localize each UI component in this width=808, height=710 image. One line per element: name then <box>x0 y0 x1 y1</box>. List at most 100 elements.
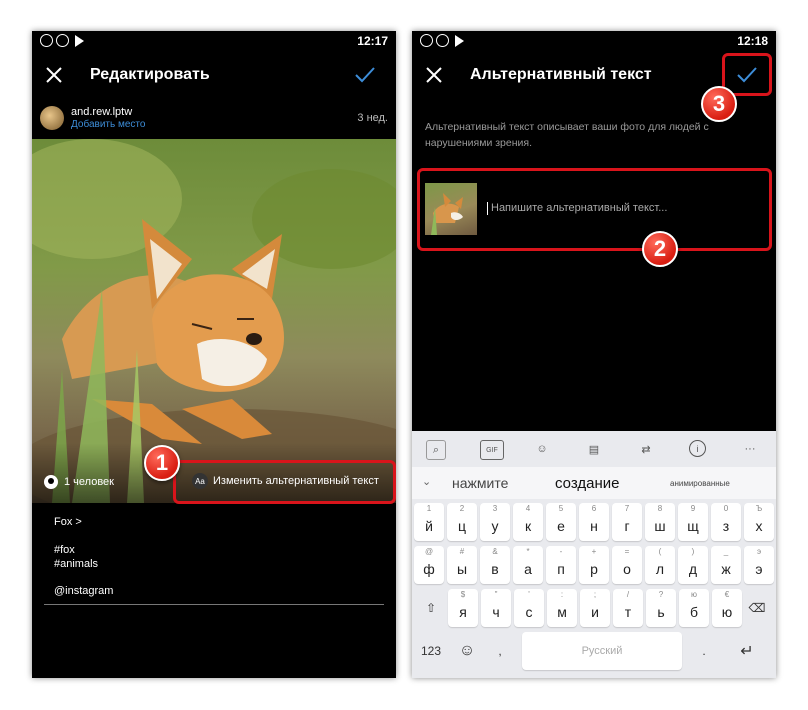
key-label: н <box>590 518 598 534</box>
key-label: щ <box>687 518 699 534</box>
close-icon[interactable] <box>44 65 64 85</box>
key-label: х <box>755 518 763 534</box>
caption-line: #animals <box>54 558 99 570</box>
play-store-icon <box>455 35 464 47</box>
step-badge-2: 2 <box>642 231 678 267</box>
caption-text[interactable]: Fox > #fox #animals @instagram <box>54 515 113 598</box>
key-hint: ' <box>528 590 530 599</box>
key-row: ⇧ ⌫ $ я " ч ' с: м; и / т? ь ю б € ю <box>412 589 776 629</box>
key-т[interactable]: / т <box>613 589 643 627</box>
key-м[interactable]: :м <box>547 589 577 627</box>
avatar[interactable] <box>40 106 64 130</box>
key-ч[interactable]: " ч <box>481 589 511 627</box>
key-label: р <box>590 561 598 577</box>
key-с[interactable]: ' с <box>514 589 544 627</box>
sticker-icon[interactable]: ☺ <box>533 440 551 458</box>
key-hint: + <box>591 547 597 556</box>
status-bar: 12:17 <box>32 31 396 51</box>
key-щ[interactable]: 9щ <box>678 503 708 541</box>
key-у[interactable]: 3у <box>480 503 510 541</box>
tag-people-button[interactable]: 1 человек <box>44 475 114 489</box>
key-label: у <box>491 518 499 534</box>
key-label: и <box>591 604 599 620</box>
key-hint: * <box>526 547 530 556</box>
add-location-link[interactable]: Добавить место <box>71 119 145 130</box>
key-label: д <box>688 561 698 577</box>
key-label: ю <box>721 604 733 620</box>
key-ь[interactable]: ? ь <box>646 589 676 627</box>
whatsapp-icon <box>40 34 53 47</box>
numbers-key[interactable]: 123 <box>416 632 446 670</box>
key-я[interactable]: $ я <box>448 589 478 627</box>
key-х[interactable]: Ъх <box>744 503 774 541</box>
key-hint: $ <box>460 590 466 599</box>
period-key[interactable]: . <box>694 632 714 670</box>
key-hint: ю <box>691 590 697 599</box>
key-hint: @ <box>424 547 434 556</box>
key-ю[interactable]: € ю <box>712 589 742 627</box>
key-hint: Ъ <box>755 504 763 513</box>
key-д[interactable]: ) д <box>678 546 708 584</box>
key-hint: 7 <box>624 504 630 513</box>
key-hint: ? <box>658 590 664 599</box>
key-label: з <box>722 518 730 534</box>
key-о[interactable]: = о <box>612 546 642 584</box>
clipboard-icon[interactable]: ▤ <box>585 440 603 458</box>
key-hint: _ <box>723 547 729 556</box>
username[interactable]: and.rew.lptw <box>71 106 132 118</box>
search-icon[interactable]: ⌕ <box>426 440 446 460</box>
keyboard-toolbar: ⌕ GIF ☺ ▤ ⇄ i ··· <box>412 431 776 467</box>
key-п[interactable]: -п <box>546 546 576 584</box>
shift-key[interactable]: ⇧ <box>416 589 446 627</box>
more-icon[interactable]: ··· <box>741 440 759 458</box>
space-key[interactable]: Русский <box>522 632 682 670</box>
key-label: к <box>524 518 532 534</box>
close-icon[interactable] <box>424 65 444 85</box>
key-label: й <box>425 518 433 534</box>
key-й[interactable]: 1й <box>414 503 444 541</box>
emoji-icon[interactable]: ☺ <box>452 632 482 670</box>
suggestion[interactable]: создание <box>555 475 620 492</box>
key-ж[interactable]: _ ж <box>711 546 741 584</box>
key-hint: 5 <box>558 504 564 513</box>
key-г[interactable]: 7г <box>612 503 642 541</box>
key-в[interactable]: & в <box>480 546 510 584</box>
backspace-key[interactable]: ⌫ <box>742 589 772 627</box>
status-icons <box>420 34 464 47</box>
key-и[interactable]: ; и <box>580 589 610 627</box>
collapse-icon[interactable]: ⌄ <box>422 475 431 488</box>
key-б[interactable]: юб <box>679 589 709 627</box>
key-е[interactable]: 5е <box>546 503 576 541</box>
key-л[interactable]: (л <box>645 546 675 584</box>
check-icon[interactable] <box>354 66 376 84</box>
key-ф[interactable]: @ ф <box>414 546 444 584</box>
key-а[interactable]: * а <box>513 546 543 584</box>
info-icon[interactable]: i <box>689 440 706 457</box>
key-р[interactable]: + р <box>579 546 609 584</box>
key-ш[interactable]: 8ш <box>645 503 675 541</box>
key-label: г <box>624 518 630 534</box>
suggestion[interactable]: нажмите <box>452 475 508 491</box>
key-hint: " <box>494 590 498 599</box>
suggestion[interactable]: анимированные <box>670 479 730 488</box>
key-ц[interactable]: 2ц <box>447 503 477 541</box>
key-hint: & <box>492 547 498 556</box>
play-store-icon <box>75 35 84 47</box>
key-к[interactable]: 4к <box>513 503 543 541</box>
key-hint: 1 <box>426 504 432 513</box>
key-hint: 6 <box>591 504 597 513</box>
key-label: п <box>557 561 565 577</box>
key-н[interactable]: 6н <box>579 503 609 541</box>
post-header: and.rew.lptw Добавить место 3 нед. <box>40 106 388 136</box>
key-label: м <box>557 604 567 620</box>
key-hint: # <box>459 547 465 556</box>
translate-icon[interactable]: ⇄ <box>637 440 655 458</box>
key-з[interactable]: 0з <box>711 503 741 541</box>
key-э[interactable]: ээ <box>744 546 774 584</box>
key-ы[interactable]: # ы <box>447 546 477 584</box>
key-label: а <box>524 561 532 577</box>
edit-post-screen: 12:17 Редактировать and.rew.lptw Добавит… <box>32 31 396 678</box>
enter-key[interactable]: ↵ <box>732 632 762 670</box>
gif-icon[interactable]: GIF <box>480 440 504 460</box>
comma-key[interactable]: , <box>490 632 510 670</box>
